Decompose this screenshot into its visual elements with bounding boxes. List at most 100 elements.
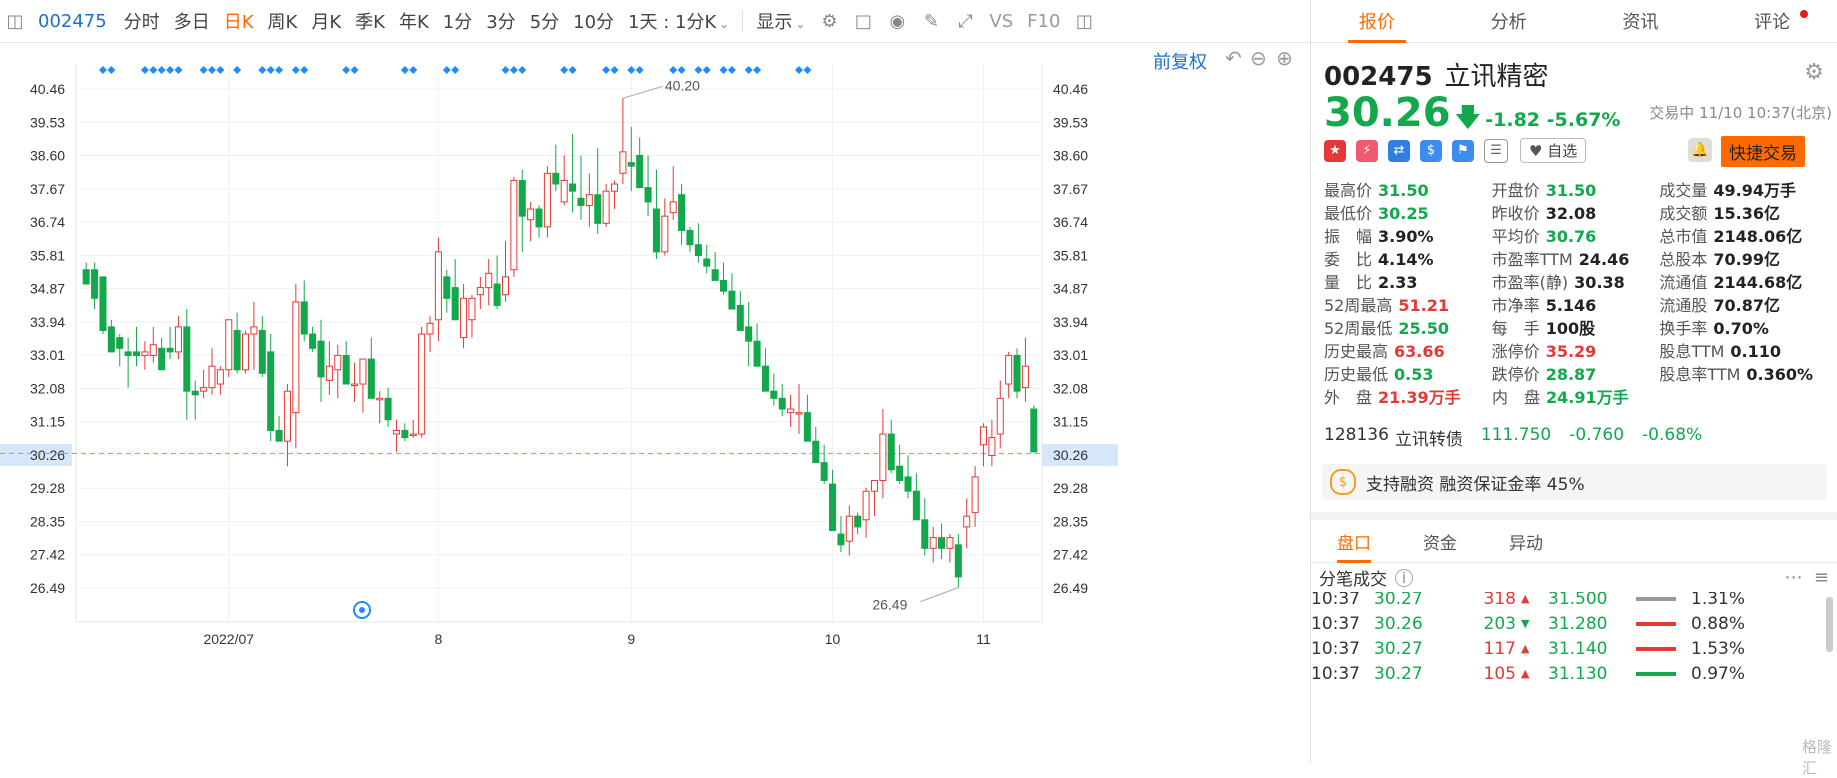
candle-body[interactable]: [912, 490, 920, 521]
flash-icon[interactable]: ⚡: [1356, 139, 1378, 162]
event-marker-icon[interactable]: [753, 66, 762, 74]
candle-body[interactable]: [988, 437, 996, 456]
event-marker-icon[interactable]: [635, 66, 644, 74]
period-tab[interactable]: 多日: [174, 8, 210, 34]
candle-body[interactable]: [392, 429, 400, 435]
candle-body[interactable]: [468, 297, 476, 321]
candle-body[interactable]: [485, 272, 493, 289]
candle-body[interactable]: [652, 208, 660, 253]
candle-body[interactable]: [770, 390, 778, 399]
candle-body[interactable]: [761, 365, 769, 392]
candle-body[interactable]: [795, 412, 803, 415]
sidebar-toggle-icon[interactable]: ◫: [4, 10, 26, 32]
candle-body[interactable]: [610, 183, 619, 192]
candle-body[interactable]: [510, 179, 518, 271]
event-marker-icon[interactable]: [509, 66, 518, 74]
event-marker-icon[interactable]: [694, 66, 703, 74]
event-marker-icon[interactable]: [350, 66, 359, 74]
candle-body[interactable]: [1013, 354, 1021, 392]
period-tab[interactable]: 季K: [355, 8, 385, 34]
candle-body[interactable]: [627, 162, 635, 167]
sub-tab[interactable]: 资金: [1397, 520, 1483, 562]
event-marker-icon[interactable]: [166, 66, 175, 74]
candle-body[interactable]: [409, 433, 417, 437]
event-marker-icon[interactable]: [803, 66, 812, 74]
fullscreen-icon[interactable]: ⤢: [954, 10, 976, 32]
candle-body[interactable]: [292, 301, 300, 414]
candle-body[interactable]: [954, 544, 962, 578]
candle-body[interactable]: [812, 440, 820, 464]
candle-body[interactable]: [560, 179, 568, 203]
candle-body[interactable]: [594, 194, 602, 224]
candle-body[interactable]: [116, 337, 124, 349]
event-marker-icon[interactable]: [107, 66, 116, 74]
event-marker-icon[interactable]: [702, 66, 711, 74]
period-tab[interactable]: 5分: [530, 8, 559, 34]
candle-body[interactable]: [401, 429, 409, 439]
dollar-icon[interactable]: $: [1420, 139, 1442, 162]
candle-body[interactable]: [124, 351, 132, 356]
candle-body[interactable]: [669, 201, 677, 214]
candle-body[interactable]: [384, 397, 392, 421]
candle-body[interactable]: [107, 326, 115, 353]
candle-body[interactable]: [946, 537, 954, 549]
event-marker-icon[interactable]: [266, 66, 275, 74]
candle-body[interactable]: [904, 476, 912, 492]
candle-body[interactable]: [820, 462, 828, 481]
candle-body[interactable]: [258, 329, 266, 374]
panel-tab[interactable]: 资讯: [1575, 0, 1707, 42]
candle-body[interactable]: [300, 301, 308, 335]
candle-body[interactable]: [971, 476, 979, 514]
candle-body[interactable]: [1030, 408, 1038, 453]
event-marker-icon[interactable]: [568, 66, 577, 74]
sub-tab[interactable]: 盘口: [1311, 520, 1397, 563]
period-tab[interactable]: 1分: [443, 8, 472, 34]
candle-body[interactable]: [434, 251, 442, 321]
candle-body[interactable]: [963, 515, 971, 528]
candle-body[interactable]: [543, 172, 551, 228]
candle-body[interactable]: [711, 269, 719, 281]
pencil-icon[interactable]: ✎: [920, 10, 942, 32]
candle-body[interactable]: [443, 276, 451, 299]
event-marker-icon[interactable]: [275, 66, 284, 74]
candle-body[interactable]: [862, 490, 870, 521]
period-tab[interactable]: 年K: [399, 8, 429, 34]
candle-body[interactable]: [82, 269, 90, 285]
candle-body[interactable]: [602, 190, 610, 224]
event-marker-icon[interactable]: [442, 66, 451, 74]
candle-body[interactable]: [854, 515, 862, 528]
candle-body[interactable]: [367, 358, 375, 399]
event-marker-icon[interactable]: [98, 66, 107, 74]
candle-body[interactable]: [896, 465, 904, 481]
more-icon[interactable]: ⋯ ≡: [1784, 567, 1829, 588]
event-marker-icon[interactable]: [409, 66, 418, 74]
candle-body[interactable]: [535, 208, 543, 228]
event-marker-icon[interactable]: [300, 66, 309, 74]
candle-body[interactable]: [225, 319, 233, 371]
candle-body[interactable]: [1005, 354, 1013, 385]
candle-body[interactable]: [376, 397, 384, 401]
event-marker-icon[interactable]: [744, 66, 753, 74]
event-marker-icon[interactable]: [560, 66, 569, 74]
event-marker-icon[interactable]: [727, 66, 736, 74]
candle-body[interactable]: [501, 276, 510, 296]
event-marker-icon[interactable]: [719, 66, 728, 74]
event-marker-icon[interactable]: [140, 66, 149, 74]
event-marker-icon[interactable]: [610, 66, 619, 74]
event-marker-icon[interactable]: [602, 66, 611, 74]
candle-body[interactable]: [518, 179, 526, 217]
candle-body[interactable]: [829, 483, 837, 531]
candle-body[interactable]: [929, 537, 937, 549]
scrollbar[interactable]: [1826, 597, 1833, 652]
candle-body[interactable]: [174, 326, 182, 353]
document-icon[interactable]: ☰: [1484, 138, 1508, 163]
candle-body[interactable]: [837, 533, 845, 546]
candle-body[interactable]: [242, 333, 250, 371]
event-marker-icon[interactable]: [669, 66, 678, 74]
candle-body[interactable]: [493, 283, 501, 306]
candle-body[interactable]: [418, 333, 426, 435]
settings-gear-icon[interactable]: ⚙: [1804, 60, 1824, 85]
candle-body[interactable]: [334, 354, 342, 371]
candle-body[interactable]: [200, 387, 208, 392]
candle-body[interactable]: [267, 351, 275, 431]
